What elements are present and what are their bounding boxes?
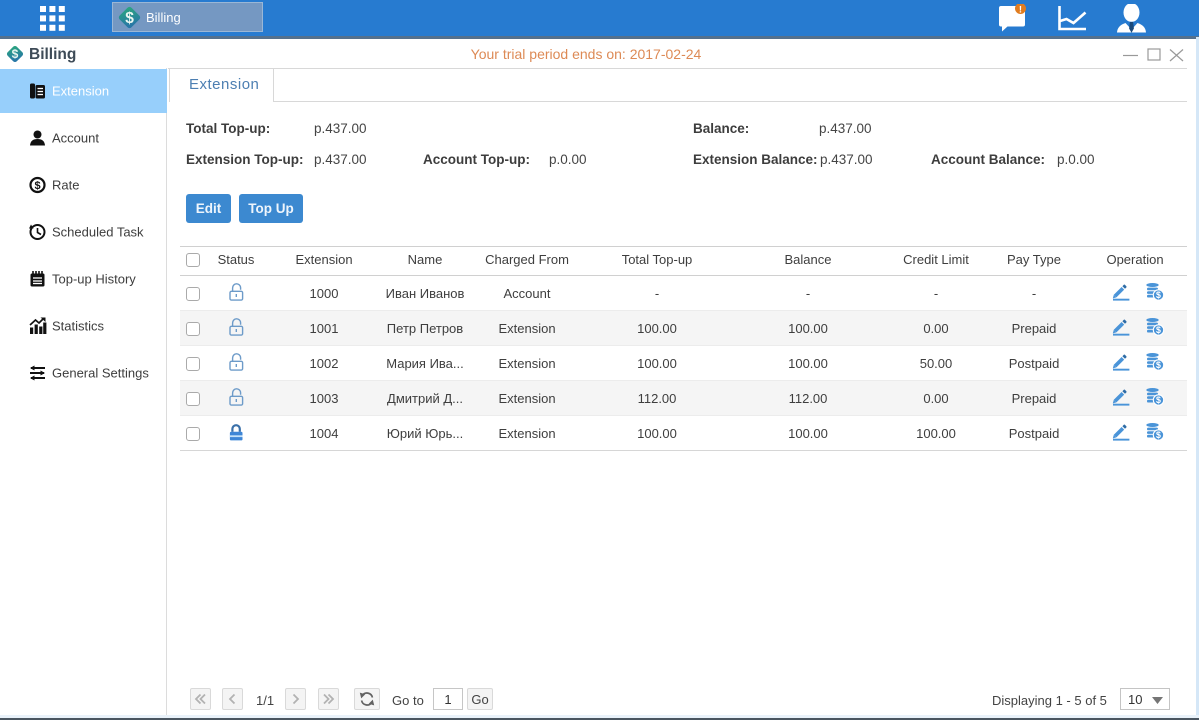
svg-text:$: $	[34, 180, 40, 192]
svg-text:!: !	[1019, 4, 1022, 15]
svg-text:$: $	[125, 10, 134, 27]
